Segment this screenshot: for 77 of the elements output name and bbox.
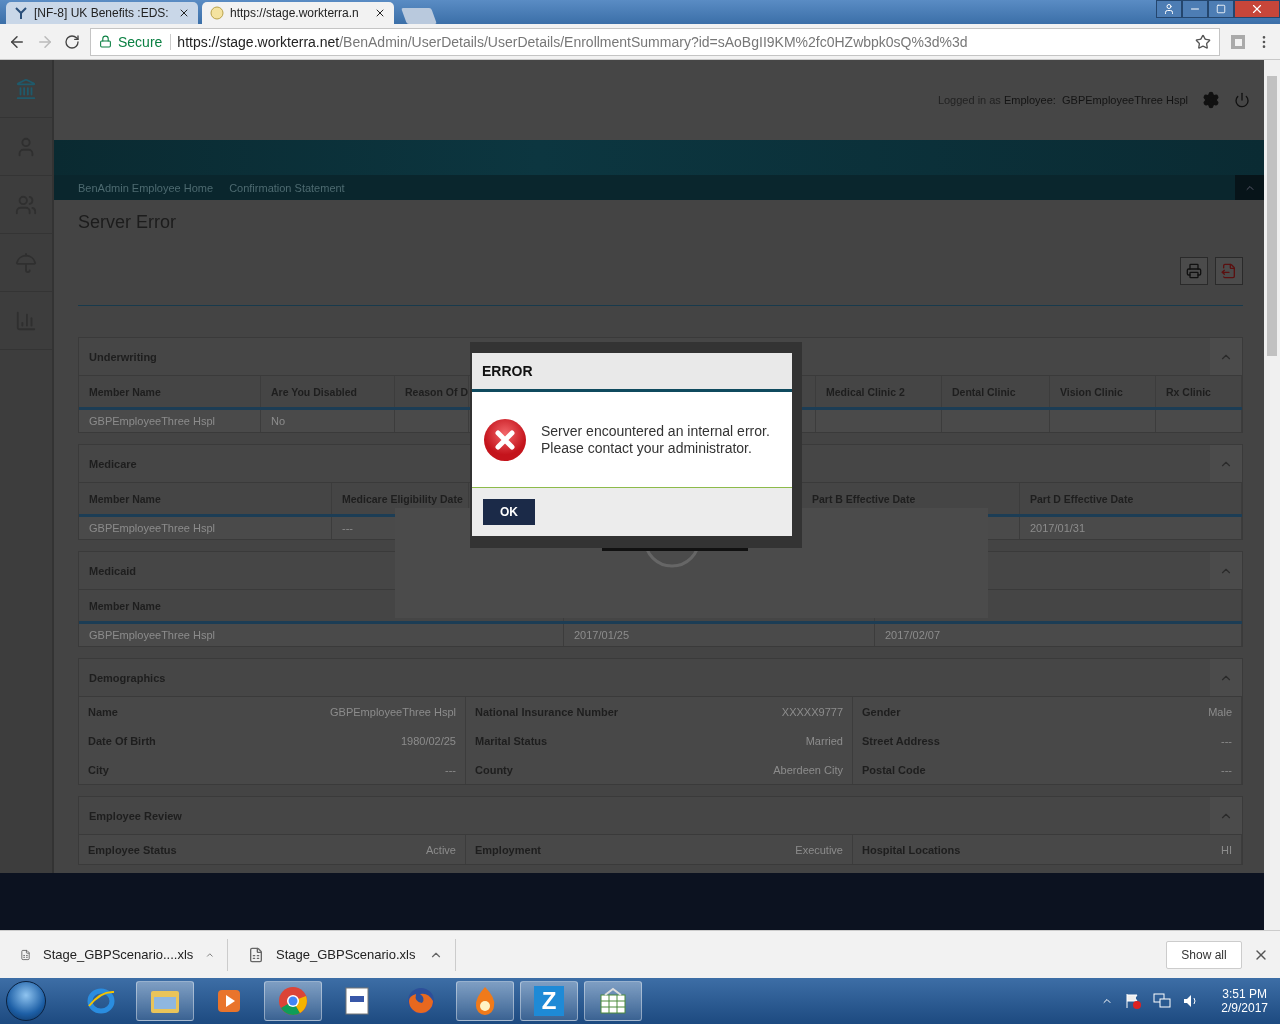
download-item[interactable]: Stage_GBPScenario....xls (0, 938, 228, 971)
taskbar-button[interactable] (456, 981, 514, 1021)
download-item[interactable]: Stage_GBPScenario.xls (228, 938, 456, 971)
document-icon (345, 987, 369, 1015)
minimize-button[interactable] (1182, 0, 1208, 18)
address-bar[interactable]: Secure https://stage.workterra.net/BenAdmin/UserDetails/UserDetails/EnrollmentSummary?id=sAoBgII9KM%2fc0HZwbpk0sQ%3d%3d (90, 27, 1220, 56)
extension-icon[interactable] (1230, 33, 1246, 50)
table-cell: 2017/01/25 (564, 624, 875, 646)
spreadsheet-file-icon (248, 946, 264, 963)
field-value: Executive (795, 843, 843, 856)
power-icon[interactable] (1234, 92, 1250, 108)
dialog-title: ERROR (482, 363, 533, 379)
section-toggle[interactable] (1210, 659, 1242, 696)
tab-favicon (14, 6, 28, 20)
error-icon (483, 417, 527, 462)
error-message: Server encountered an internal error. Please contact your administrator. (541, 422, 770, 457)
browser-tab[interactable]: [NF-8] UK Benefits :EDS: (6, 2, 198, 24)
field-value: --- (1221, 763, 1232, 776)
field-value: GBPEmployeeThree Hspl (330, 705, 456, 718)
field-value: --- (445, 763, 456, 776)
section-toggle[interactable] (1210, 797, 1242, 834)
browser-tab[interactable]: https://stage.workterra.n (202, 2, 394, 24)
app-icon: Z (534, 986, 564, 1016)
flag-icon[interactable] (1125, 993, 1142, 1009)
close-icon (1250, 2, 1264, 16)
table-cell: No (261, 410, 395, 432)
maximize-icon (1216, 4, 1226, 14)
user-icon (1163, 3, 1175, 15)
media-player-icon (217, 989, 241, 1013)
url-text: https://stage.workterra.net/BenAdmin/UserDetails/UserDetails/EnrollmentSummary?id=sAoBgII9KM%2fc0HZwbpk0sQ%3d%3d (177, 33, 968, 50)
section-toggle[interactable] (1210, 338, 1242, 375)
field-value: 1980/02/25 (400, 734, 456, 747)
field-value: --- (1221, 734, 1232, 747)
lock-icon (99, 35, 112, 48)
close-icon[interactable] (374, 7, 386, 19)
start-button[interactable] (6, 981, 46, 1021)
user-button[interactable] (1156, 0, 1182, 18)
reload-icon[interactable] (64, 33, 80, 50)
new-tab-button[interactable] (401, 8, 437, 24)
field-value: Aberdeen City (773, 763, 843, 776)
printer-icon (1186, 263, 1202, 279)
close-button[interactable] (1234, 0, 1280, 18)
browser-icon (86, 986, 116, 1016)
show-all-button[interactable]: Show all (1166, 940, 1242, 969)
tab-favicon (210, 6, 224, 20)
settings-icon[interactable] (1202, 91, 1220, 109)
table-cell: GBPEmployeeThree Hspl (79, 410, 261, 432)
taskbar-button[interactable] (136, 981, 194, 1021)
print-button[interactable] (1180, 257, 1208, 285)
table-cell: 2017/01/31 (1020, 517, 1242, 539)
network-icon[interactable] (1153, 993, 1172, 1009)
field-value: Active (426, 843, 456, 856)
field-value: Married (805, 734, 843, 747)
taskbar-button[interactable] (264, 981, 322, 1021)
chrome-icon (278, 986, 308, 1016)
secure-label: Secure (118, 33, 172, 50)
firefox-icon (406, 986, 436, 1016)
ok-button[interactable]: OK (483, 499, 535, 525)
taskbar-button[interactable]: Z (520, 981, 578, 1021)
scrollbar[interactable] (1264, 60, 1280, 930)
close-icon[interactable] (178, 7, 190, 19)
table-cell: 2017/02/07 (875, 624, 1242, 646)
section-toggle[interactable] (1210, 445, 1242, 482)
home-icon (15, 77, 37, 100)
table-cell: GBPEmployeeThree Hspl (79, 624, 564, 646)
section-toggle[interactable] (1210, 552, 1242, 589)
spreadsheet-icon (599, 987, 627, 1015)
field-value: HI (1221, 843, 1232, 856)
clock[interactable]: 3:51 PM 2/9/2017 (1221, 987, 1268, 1015)
folder-icon (150, 988, 180, 1014)
table-cell: GBPEmployeeThree Hspl (79, 517, 332, 539)
bookmark-star-icon[interactable] (1195, 33, 1211, 50)
field-value: XXXXX9777 (781, 705, 843, 718)
file-export-icon (1221, 263, 1237, 279)
field-value: Male (1208, 705, 1232, 718)
maximize-button[interactable] (1208, 0, 1234, 18)
taskbar-button[interactable] (584, 981, 642, 1021)
